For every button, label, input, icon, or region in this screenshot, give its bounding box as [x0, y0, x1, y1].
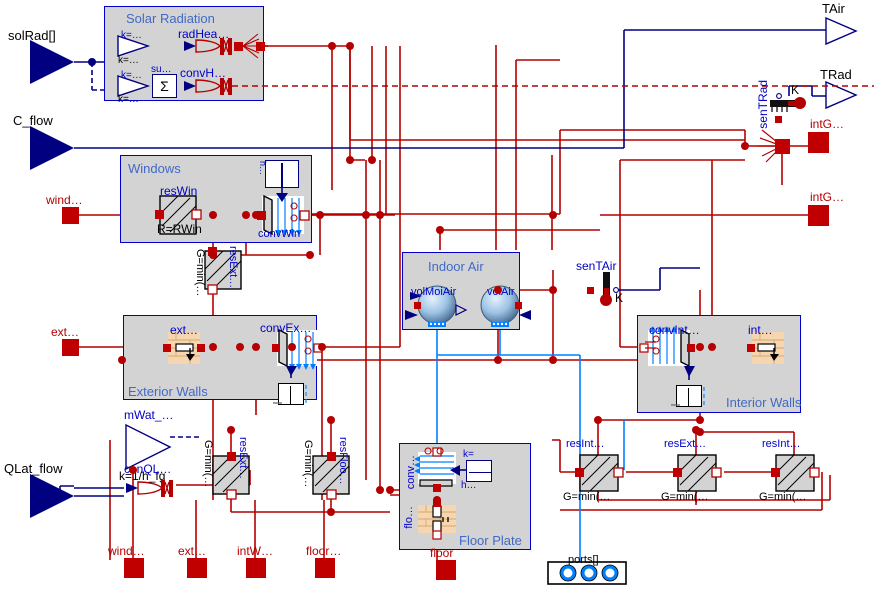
- connection-nodes: [56, 42, 749, 516]
- diagram-canvas: Solar Radiation Windows Indoor Air Exter…: [0, 0, 874, 590]
